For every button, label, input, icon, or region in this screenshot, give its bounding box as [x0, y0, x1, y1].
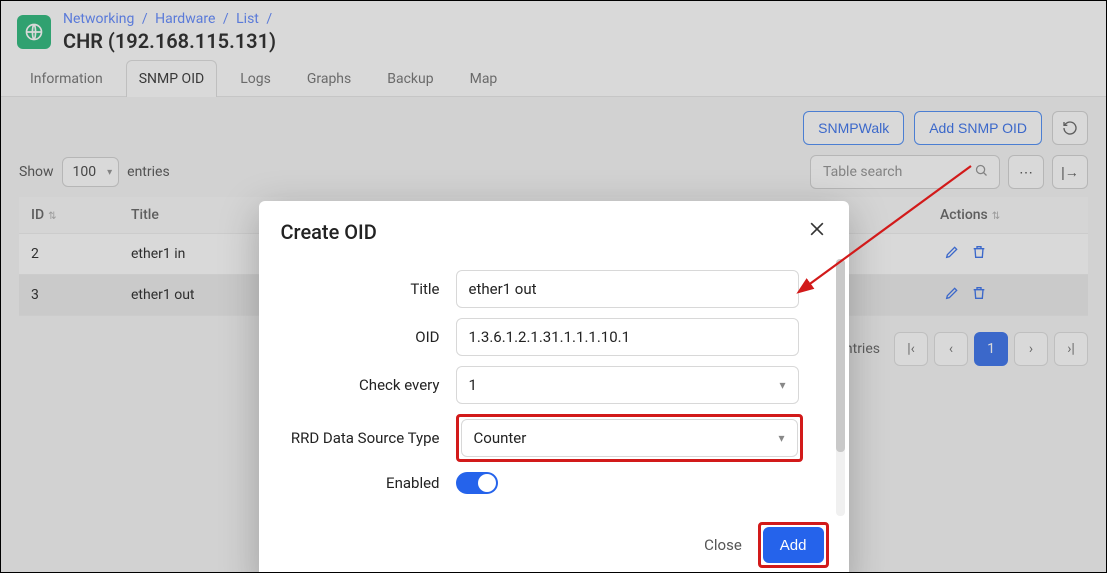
rrd-type-label: RRD Data Source Type: [281, 429, 456, 447]
enabled-toggle[interactable]: [456, 472, 498, 494]
oid-label: OID: [281, 328, 456, 346]
oid-input[interactable]: 1.3.6.1.2.1.31.1.1.1.10.1: [456, 318, 799, 356]
modal-overlay: Create OID Title ether1 out OID 1.3.6.1.…: [1, 1, 1106, 572]
add-highlight: Add: [758, 522, 829, 568]
modal-title: Create OID: [281, 220, 377, 244]
enabled-label: Enabled: [281, 474, 456, 492]
create-oid-modal: Create OID Title ether1 out OID 1.3.6.1.…: [259, 201, 849, 573]
title-input[interactable]: ether1 out: [456, 270, 799, 308]
add-button[interactable]: Add: [763, 527, 824, 563]
rrd-highlight: Counter ▾: [456, 414, 803, 462]
chevron-down-icon: ▾: [778, 431, 784, 445]
check-every-select[interactable]: 1 ▾: [456, 366, 799, 404]
modal-close-button[interactable]: [807, 219, 827, 244]
close-icon: [807, 219, 827, 239]
close-button[interactable]: Close: [704, 536, 742, 554]
title-label: Title: [281, 280, 456, 298]
rrd-type-select[interactable]: Counter ▾: [461, 419, 798, 457]
check-every-label: Check every: [281, 376, 456, 394]
chevron-down-icon: ▾: [779, 378, 785, 392]
